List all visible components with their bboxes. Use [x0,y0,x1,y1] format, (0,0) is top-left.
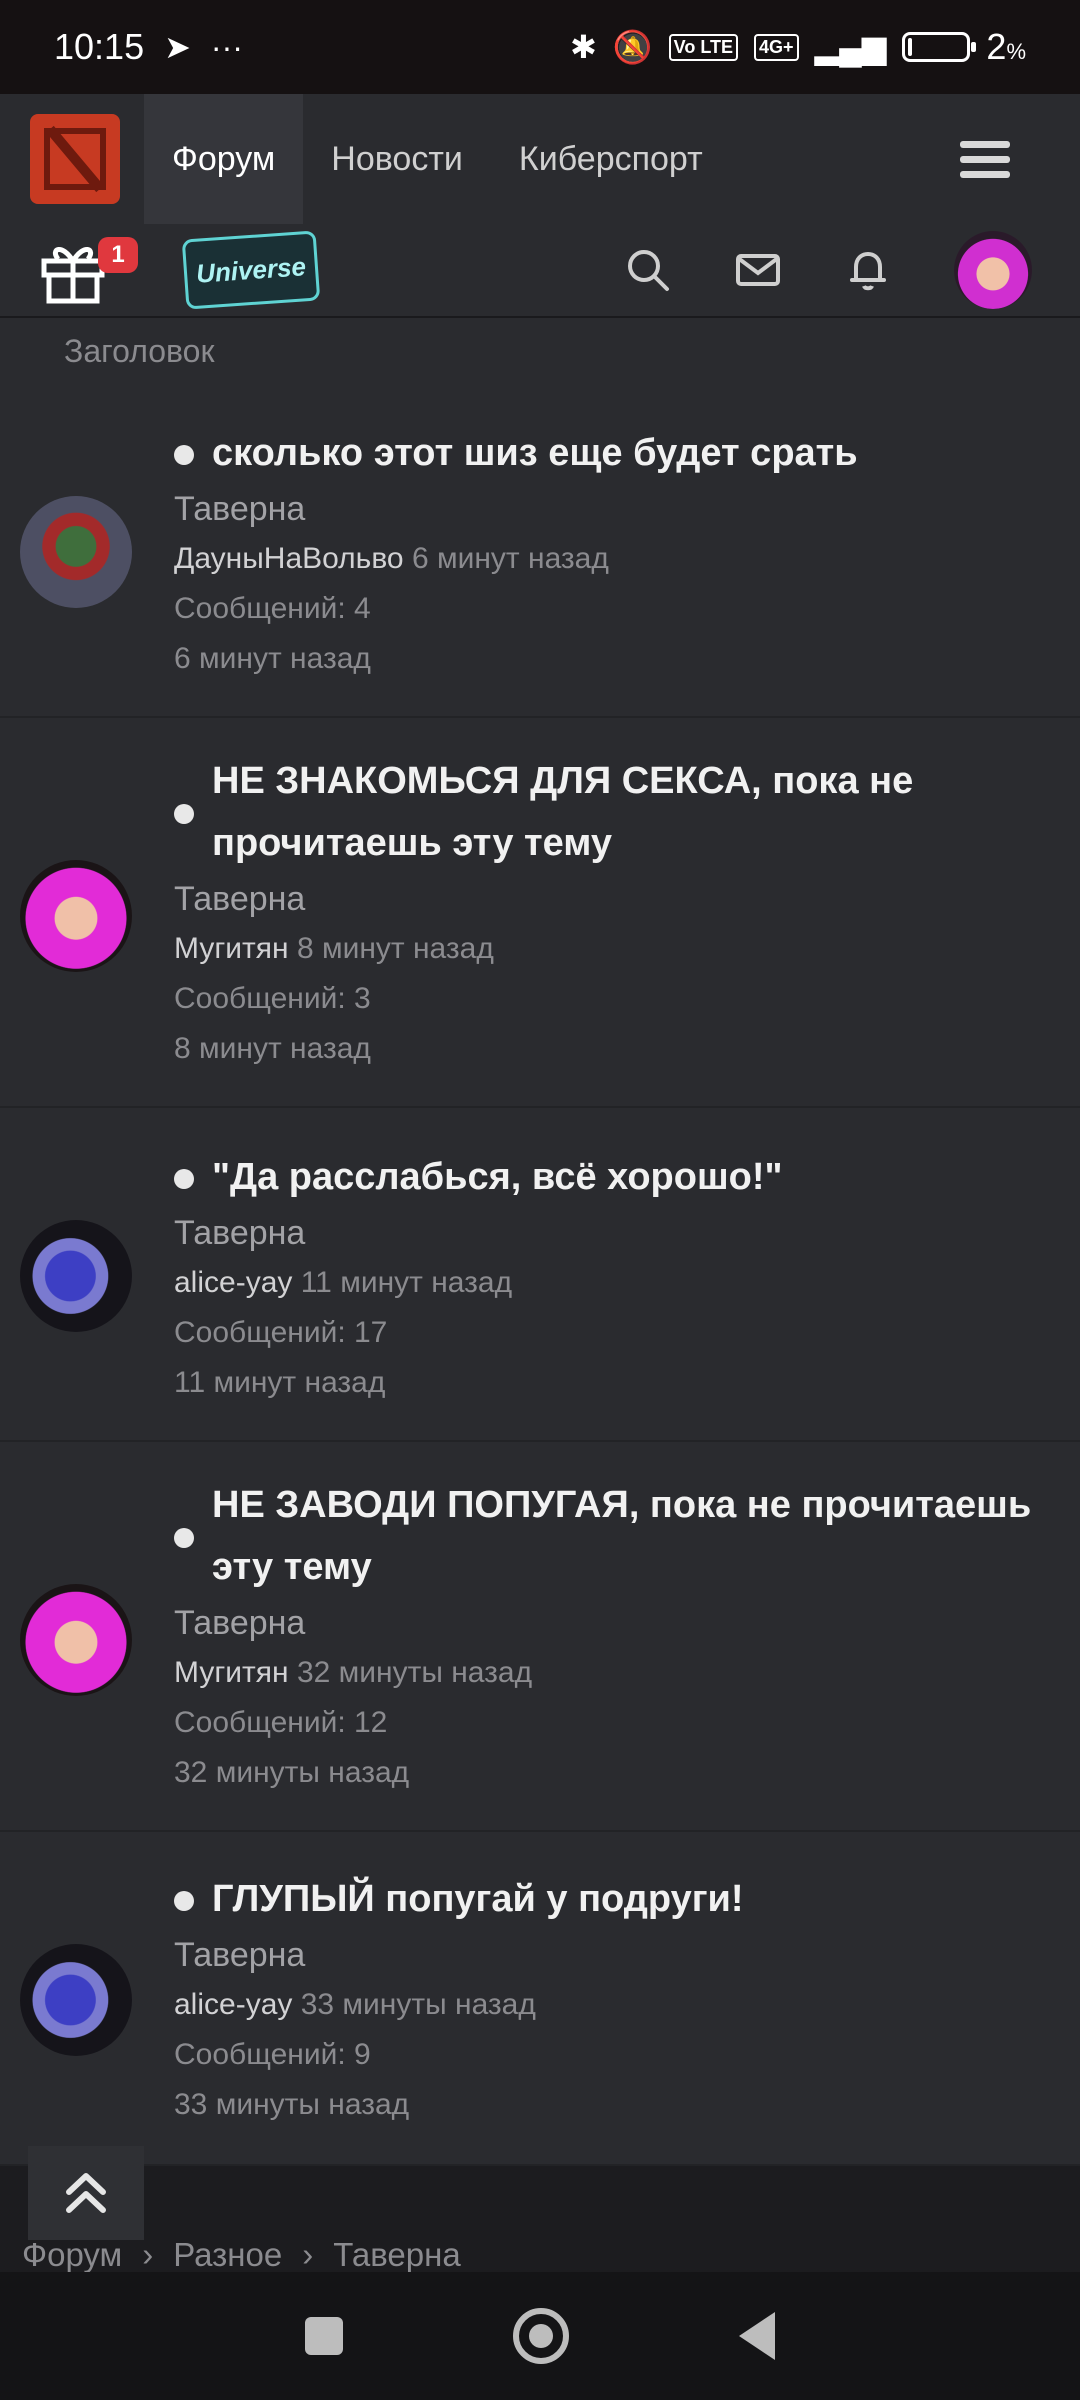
unread-dot-icon [174,1528,194,1548]
network-type-icon: 4G+ [753,33,799,61]
thread-title[interactable]: НЕ ЗНАКОМЬСЯ ДЛЯ СЕКСА, пока не прочитае… [174,750,1050,874]
chevron-right-icon: › [302,2240,314,2273]
thread-message-count: Сообщений: 4 [174,592,371,625]
volte-icon: Vo LTE [668,33,738,61]
scroll-to-top-button[interactable] [28,2146,144,2240]
thread-author[interactable]: Мугитян [174,1656,289,1689]
user-toolbar: 1 Universe [0,224,1080,318]
battery-level: 2% [986,26,1026,67]
thread-message-count: Сообщений: 12 [174,1706,388,1739]
thread-title[interactable]: "Да расслабься, всё хорошо!" [174,1146,1050,1208]
thread-forum[interactable]: Таверна [174,1208,1050,1258]
gift-button[interactable]: 1 [38,235,138,305]
thread-last-activity: 32 минуты назад [174,1756,410,1789]
thread-message-count: Сообщений: 17 [174,1316,388,1349]
user-avatar[interactable] [954,231,1032,309]
thread-author-avatar[interactable] [20,496,132,608]
tab-esports[interactable]: Киберспорт [491,94,731,224]
thread-last-activity: 11 минут назад [174,1366,386,1399]
thread-item[interactable]: сколько этот шиз еще будет срать Таверна… [0,384,1080,718]
clock: 10:15 [54,26,145,67]
thread-time: 33 минуты назад [300,1988,536,2021]
menu-icon[interactable] [960,133,1010,186]
location-arrow-icon: ➤ [164,29,191,65]
thread-title[interactable]: сколько этот шиз еще будет срать [174,422,1050,484]
search-icon[interactable] [624,246,672,294]
thread-last-activity: 33 минуты назад [174,2088,410,2121]
thread-item[interactable]: ГЛУПЫЙ попугай у подруги! Таверна alice-… [0,1832,1080,2166]
thread-last-activity: 8 минут назад [174,1032,371,1065]
top-nav: Форум Новости Киберспорт [0,94,1080,224]
thread-author[interactable]: ДауныНаВольво [174,542,404,575]
unread-dot-icon [174,1169,194,1189]
signal-icon: ▂▄▆ [814,29,887,65]
thread-author-avatar[interactable] [20,1584,132,1696]
thread-forum[interactable]: Таверна [174,874,1050,924]
system-nav-bar [0,2272,1080,2400]
thread-message-count: Сообщений: 9 [174,2038,371,2071]
tab-news[interactable]: Новости [303,94,491,224]
thread-author[interactable]: Мугитян [174,932,289,965]
thread-forum[interactable]: Таверна [174,1930,1050,1980]
bell-icon[interactable] [844,246,892,294]
unread-dot-icon [174,804,194,824]
thread-time: 6 минут назад [411,542,609,575]
thread-message-count: Сообщений: 3 [174,982,371,1015]
unread-dot-icon [174,1891,194,1911]
thread-time: 11 минут назад [300,1266,513,1299]
thread-author-avatar[interactable] [20,860,132,972]
thread-author[interactable]: alice-yay [174,1266,292,1299]
thread-author-avatar[interactable] [20,1944,132,2056]
thread-forum[interactable]: Таверна [174,1598,1050,1648]
breadcrumb: Форум › Разное › Таверна [22,2240,461,2274]
thread-forum[interactable]: Таверна [174,484,1050,534]
home-button[interactable] [513,2308,569,2364]
breadcrumb-item-tavern[interactable]: Таверна [333,2240,460,2274]
thread-time: 32 минуты назад [296,1656,533,1689]
thread-last-activity: 6 минут назад [174,642,371,675]
universe-badge[interactable]: Universe [181,230,321,310]
thread-list: сколько этот шиз еще будет срать Таверна… [0,384,1080,2166]
back-button[interactable] [739,2312,775,2360]
bluetooth-icon: ✱ [570,29,597,65]
status-bar: 10:15 ➤ ··· ✱ 🔕 Vo LTE 4G+ ▂▄▆ 2% [0,0,1080,94]
thread-item[interactable]: НЕ ЗНАКОМЬСЯ ДЛЯ СЕКСА, пока не прочитае… [0,718,1080,1108]
list-header: Заголовок [0,318,1080,384]
thread-title[interactable]: НЕ ЗАВОДИ ПОПУГАЯ, пока не прочитаешь эт… [174,1474,1050,1598]
thread-author-avatar[interactable] [20,1220,132,1332]
gift-count-badge: 1 [98,237,138,273]
thread-title[interactable]: ГЛУПЫЙ попугай у подруги! [174,1868,1050,1930]
thread-item[interactable]: "Да расслабься, всё хорошо!" Таверна ali… [0,1108,1080,1442]
more-notifications-icon: ··· [210,28,243,65]
thread-author[interactable]: alice-yay [174,1988,292,2021]
site-logo[interactable] [30,114,120,204]
chevron-right-icon: › [142,2240,154,2273]
thread-time: 8 минут назад [296,932,494,965]
double-chevron-up-icon [66,2173,106,2213]
recents-button[interactable] [305,2317,343,2355]
breadcrumb-item-misc[interactable]: Разное [173,2240,282,2274]
battery-icon [902,32,977,62]
thread-item[interactable]: НЕ ЗАВОДИ ПОПУГАЯ, пока не прочитаешь эт… [0,1442,1080,1832]
unread-dot-icon [174,445,194,465]
mail-icon[interactable] [734,246,782,294]
tab-forum[interactable]: Форум [144,94,304,224]
muted-bell-icon: 🔕 [612,29,653,65]
breadcrumb-item-forum[interactable]: Форум [22,2240,122,2274]
